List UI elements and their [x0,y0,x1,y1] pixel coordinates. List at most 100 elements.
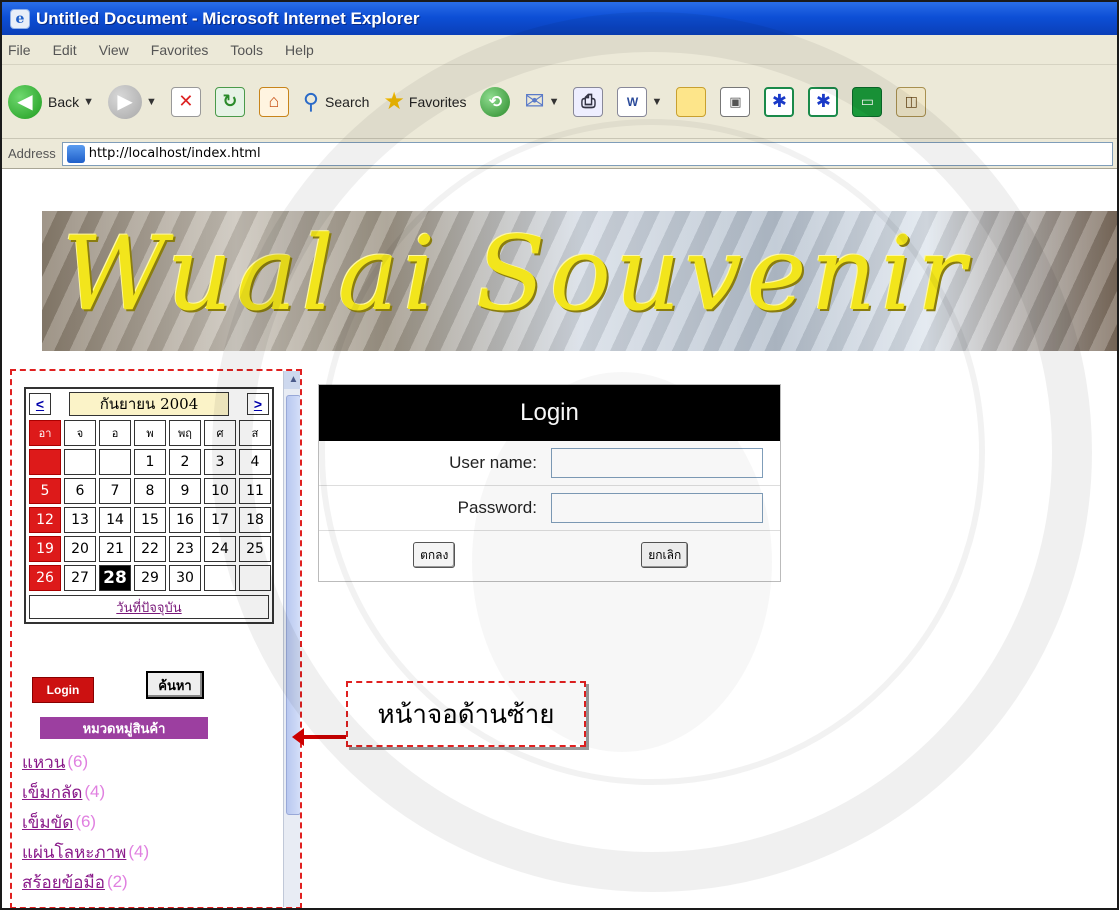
chat-icon[interactable]: ▭ [852,86,883,117]
category-count: (6) [75,812,97,831]
list-item[interactable]: เข็มขัด (6) [22,807,282,837]
category-count: (6) [67,752,89,771]
category-link[interactable]: สร้อยข้อมือ [22,869,105,896]
calendar-day[interactable]: 7 [99,478,131,504]
calendar-next-button[interactable]: > [247,393,269,415]
refresh-icon[interactable]: ↻ [214,86,245,117]
favorites-button[interactable]: ★ Favorites [383,87,466,116]
calendar-day[interactable]: 5 [29,478,61,504]
calendar-day[interactable]: 1 [134,449,166,475]
login-button[interactable]: Login [32,677,94,703]
category-link[interactable]: แหวน [22,749,65,776]
login-form: Login User name: Password: ตกลง ยกเลิก [318,384,781,582]
password-field[interactable] [551,493,763,523]
search-button-sidebar[interactable]: ค้นหา [146,671,204,699]
calendar-day[interactable]: 23 [169,536,201,562]
weekday-sat: ส [239,420,271,446]
chevron-down-icon[interactable]: ▼ [549,96,560,108]
folder-icon[interactable] [676,86,707,117]
edit-button[interactable]: W ▼ [617,86,662,117]
scroll-up-icon[interactable]: ▲ [284,371,300,389]
menu-edit[interactable]: Edit [53,42,77,58]
calendar-day[interactable]: 20 [64,536,96,562]
calendar-day[interactable]: 13 [64,507,96,533]
ok-button[interactable]: ตกลง [413,542,456,568]
calendar-day[interactable]: 16 [169,507,201,533]
stop-icon[interactable]: ✕ [170,86,201,117]
history-icon[interactable]: ⟲ [480,86,511,117]
calendar-day[interactable]: 14 [99,507,131,533]
calendar-day [29,449,61,475]
list-item[interactable]: เข็มกลัด (4) [22,777,282,807]
calendar-day[interactable]: 11 [239,478,271,504]
cancel-button[interactable]: ยกเลิก [641,542,689,568]
menu-tools[interactable]: Tools [230,42,263,58]
calendar-today-link[interactable]: วันที่ปัจจุบัน [29,595,269,619]
password-row: Password: [319,486,780,531]
calendar-day[interactable]: 6 [64,478,96,504]
favorites-star-icon: ★ [383,88,405,115]
list-item[interactable]: แผ่นโลหะภาพ (4) [22,837,282,867]
menu-help[interactable]: Help [285,42,314,58]
category-link[interactable]: เข็มกลัด [22,779,82,806]
page-content: Wualai Souvenir < กันยายน 2004 > อา จ อ … [2,169,1117,908]
weekday-fri: ศ [204,420,236,446]
calendar-day[interactable]: 4 [239,449,271,475]
calendar-day[interactable]: 25 [239,536,271,562]
chevron-down-icon[interactable]: ▼ [83,96,94,108]
category-link[interactable]: แผ่นโลหะภาพ [22,839,126,866]
menu-file[interactable]: File [8,42,31,58]
mail-button[interactable]: ✉ ▼ [524,87,559,116]
home-icon[interactable]: ⌂ [258,86,289,117]
left-frame: < กันยายน 2004 > อา จ อ พ พฤ ศ ส 1 2 3 4… [20,377,290,907]
calendar-day[interactable]: 27 [64,565,96,591]
calendar-day[interactable]: 9 [169,478,201,504]
mail-icon: ✉ [524,88,545,115]
category-count: (4) [84,782,106,801]
list-item[interactable]: แหวน (6) [22,747,282,777]
calendar-day[interactable]: 8 [134,478,166,504]
category-count: (2) [106,872,128,891]
chevron-down-icon[interactable]: ▼ [651,96,662,108]
forward-button[interactable]: ▶ ▼ [108,84,157,119]
address-label: Address [8,146,56,161]
calendar-day-today[interactable]: 28 [99,565,131,591]
search-icon: ⚲ [302,88,320,114]
weekday-wed: พ [134,420,166,446]
search-button[interactable]: ⚲ Search [303,89,369,115]
calendar-day[interactable]: 2 [169,449,201,475]
scroll-thumb[interactable] [286,395,300,815]
calendar-day[interactable]: 17 [204,507,236,533]
calendar-day[interactable]: 30 [169,565,201,591]
chevron-down-icon[interactable]: ▼ [146,96,157,108]
calendar-day[interactable]: 12 [29,507,61,533]
category-link[interactable]: เข็มขัด [22,809,73,836]
calendar-day[interactable]: 19 [29,536,61,562]
calendar-day[interactable]: 10 [204,478,236,504]
research-icon[interactable]: ◫ [896,86,927,117]
calendar-day[interactable]: 26 [29,565,61,591]
calendar-day[interactable]: 29 [134,565,166,591]
address-bar: Address http://localhost/index.html [2,139,1117,169]
calendar-day[interactable]: 15 [134,507,166,533]
calendar-day[interactable]: 18 [239,507,271,533]
left-frame-scrollbar[interactable]: ▲ [283,371,300,907]
list-item[interactable]: สร้อยข้อมือ (2) [22,867,282,897]
calendar-prev-button[interactable]: < [29,393,51,415]
messenger-icon[interactable]: ✱ [764,86,795,117]
username-field[interactable] [551,448,763,478]
back-button[interactable]: ◀ Back ▼ [8,84,94,119]
calendar-day[interactable]: 21 [99,536,131,562]
messenger-icon-2[interactable]: ✱ [808,86,839,117]
menu-view[interactable]: View [99,42,129,58]
calendar-day[interactable]: 22 [134,536,166,562]
calendar-day[interactable]: 3 [204,449,236,475]
calendar-day [64,449,96,475]
address-input[interactable]: http://localhost/index.html [61,141,1113,166]
calendar-day[interactable]: 24 [204,536,236,562]
weekday-thu: พฤ [169,420,201,446]
print-icon[interactable]: ⎙ [573,86,604,117]
menu-favorites[interactable]: Favorites [151,42,209,58]
calendar-month-year: กันยายน 2004 [69,392,229,416]
page-icon[interactable]: ▣ [720,86,751,117]
